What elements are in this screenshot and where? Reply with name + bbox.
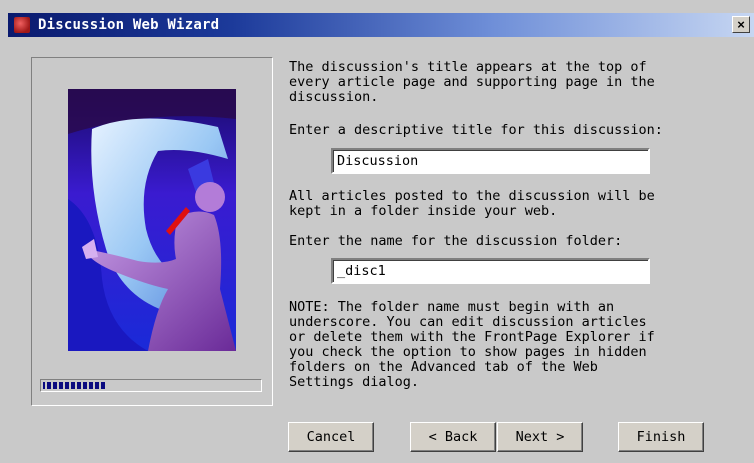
- wizard-progress-bar: [40, 379, 262, 392]
- next-button[interactable]: Next >: [497, 422, 583, 452]
- title-field-label: Enter a descriptive title for this discu…: [289, 122, 663, 138]
- title-bar[interactable]: Discussion Web Wizard ×: [8, 13, 754, 37]
- cancel-button[interactable]: Cancel: [288, 422, 374, 452]
- discussion-title-input[interactable]: [331, 148, 650, 174]
- folder-intro-text: All articles posted to the discussion wi…: [289, 188, 655, 219]
- discussion-folder-input[interactable]: [331, 258, 650, 284]
- back-button[interactable]: < Back: [410, 422, 496, 452]
- wizard-illustration: [68, 89, 236, 351]
- folder-field-label: Enter the name for the discussion folder…: [289, 233, 623, 249]
- close-button[interactable]: ×: [732, 16, 750, 33]
- note-text: NOTE: The folder name must begin with an…: [289, 299, 655, 390]
- finish-button[interactable]: Finish: [618, 422, 704, 452]
- wizard-illustration-panel: [31, 57, 273, 406]
- progress-fill: [41, 380, 107, 391]
- window-title: Discussion Web Wizard: [38, 17, 220, 33]
- frontpage-app-icon: [14, 17, 30, 33]
- intro-text: The discussion's title appears at the to…: [289, 59, 655, 105]
